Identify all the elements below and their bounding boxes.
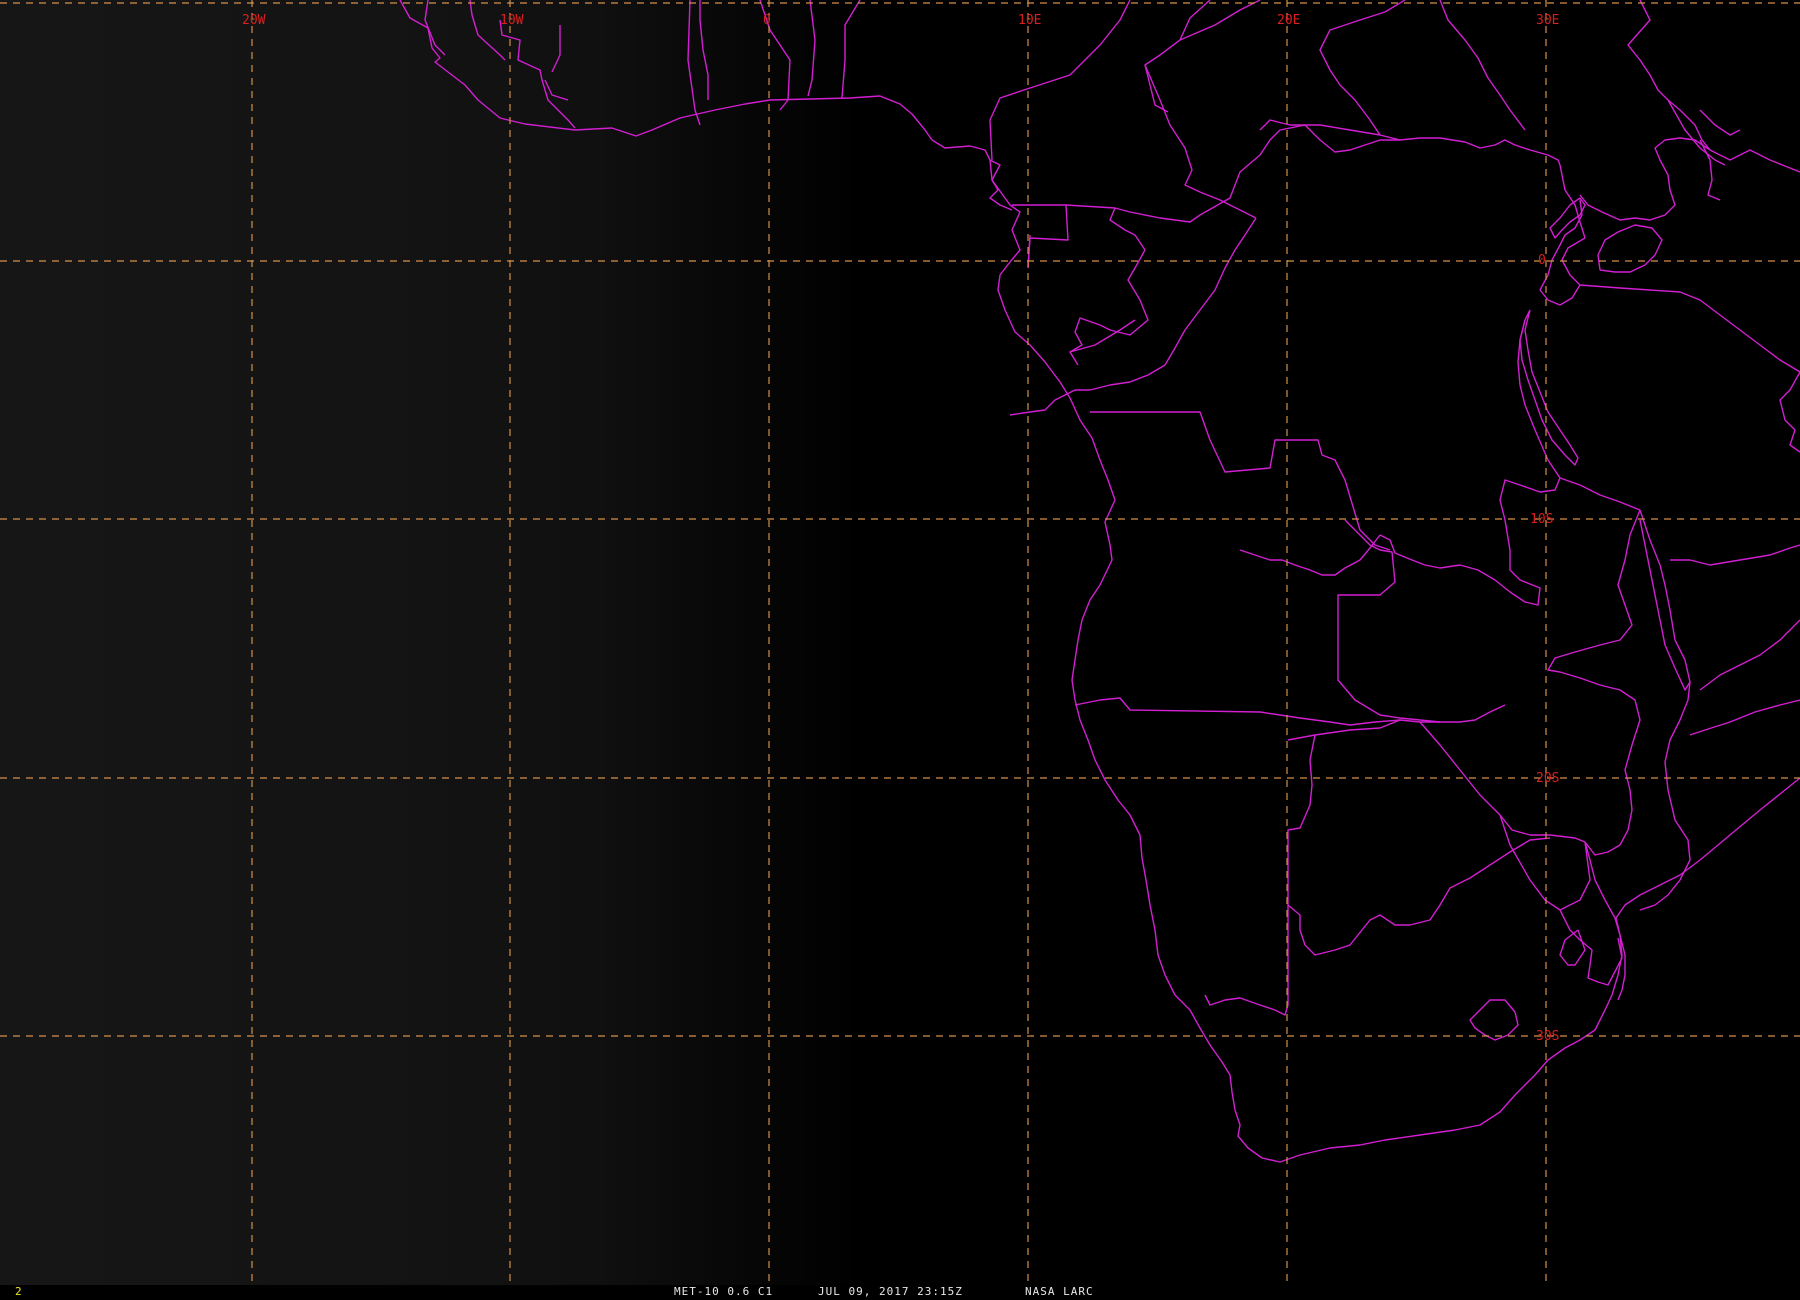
lat-label-0: 0 bbox=[1538, 253, 1546, 268]
lon-label-10w: 10W bbox=[500, 13, 524, 28]
satellite-imagery bbox=[0, 0, 1800, 1285]
lon-label-0: 0 bbox=[763, 13, 771, 28]
lat-label-10s: 10S bbox=[1530, 512, 1553, 527]
lon-label-10e: 10E bbox=[1018, 13, 1041, 28]
frame-number: 2 bbox=[15, 1285, 22, 1298]
status-bar: 2 MET-10 0.6 C1 JUL 09, 2017 23:15Z NASA… bbox=[0, 1285, 1800, 1300]
map-canvas[interactable]: 20W 10W 0 10E 20E 30E 0 10S 20S 30S bbox=[0, 0, 1800, 1285]
lon-label-20w: 20W bbox=[242, 13, 266, 28]
lat-label-20s: 20S bbox=[1536, 771, 1559, 786]
status-satellite: MET-10 0.6 C1 bbox=[674, 1285, 774, 1298]
lon-label-30e: 30E bbox=[1536, 13, 1559, 28]
status-source: NASA LARC bbox=[1025, 1285, 1094, 1298]
satellite-image-viewer: 20W 10W 0 10E 20E 30E 0 10S 20S 30S 2 ME… bbox=[0, 0, 1800, 1300]
lat-label-30s: 30S bbox=[1536, 1029, 1559, 1044]
status-datetime: JUL 09, 2017 23:15Z bbox=[818, 1285, 963, 1298]
lon-label-20e: 20E bbox=[1277, 13, 1300, 28]
